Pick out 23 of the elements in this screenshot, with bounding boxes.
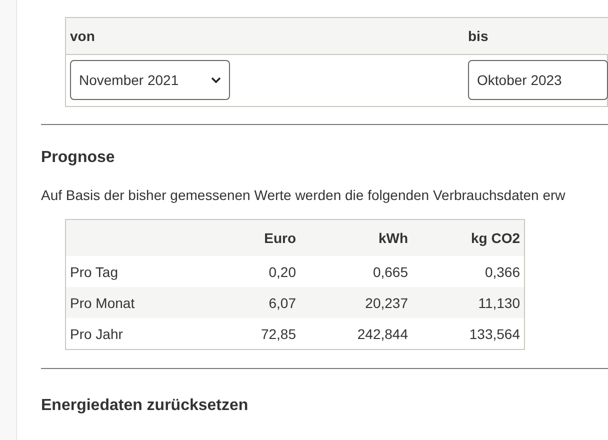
column-header: von [66,18,464,55]
row-label: Pro Monat [66,287,224,318]
section-heading: Energiedaten zurücksetzen [41,397,250,415]
row-label: Pro Tag [66,256,224,287]
table-cell: 0,366 [412,256,524,287]
column-header: kg CO2 [412,220,524,256]
table-cell: 0,665 [300,256,412,287]
table-cell: 11,130 [412,287,524,318]
table-cell: 72,85 [224,318,300,350]
month-select[interactable]: Oktober 2023 [468,60,608,100]
column-header: Euro [224,220,300,256]
table-cell: 6,07 [224,287,300,318]
table-cell: 242,844 [300,318,412,350]
table-cell: 133,564 [412,318,524,350]
section-heading: Prognose [41,149,116,167]
column-header: bis [464,18,608,55]
row-label: Pro Jahr [66,318,224,350]
table-cell: 0,20 [224,256,300,287]
table-cell: 20,237 [300,287,412,318]
column-header: kWh [300,220,412,256]
month-select[interactable]: November 2021 [70,60,230,100]
chevron-down-icon [211,76,221,84]
intro-text: Auf Basis der bisher gemessenen Werte werden die folgenden Verbrauchsdaten erw [41,187,566,203]
